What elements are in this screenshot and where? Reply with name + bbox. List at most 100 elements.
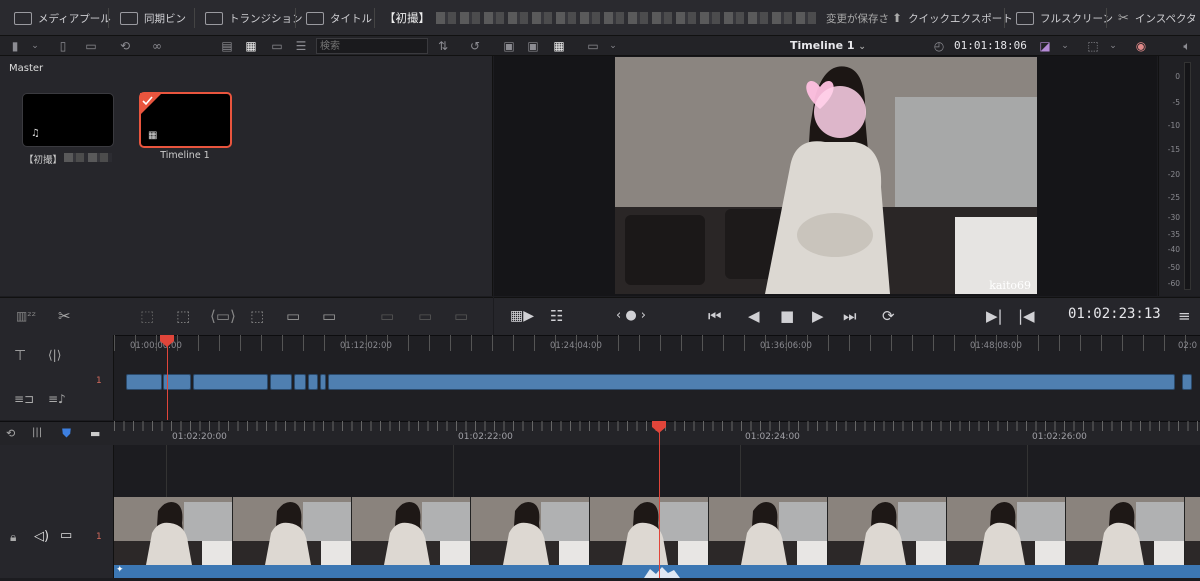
grid-line: [453, 445, 454, 497]
ripple-overwrite-icon[interactable]: ▭: [322, 306, 336, 326]
meter-label: -25: [1167, 193, 1180, 202]
panel-toggle-icon[interactable]: ▮: [6, 36, 24, 56]
thumbnail-view-icon[interactable]: ▤: [218, 36, 236, 56]
upper-ruler[interactable]: [114, 335, 1200, 351]
close-up-icon[interactable]: ▭: [418, 306, 432, 326]
append-icon[interactable]: ▭: [380, 306, 394, 326]
timeline-clip[interactable]: [294, 374, 306, 390]
loop-icon[interactable]: ⟳: [882, 306, 895, 326]
chevron-down-icon[interactable]: ⌄: [1104, 36, 1122, 56]
replace-icon[interactable]: ⟨▭⟩: [210, 306, 236, 326]
track-height-icon[interactable]: ≡⊐: [14, 392, 34, 406]
timeline-thumbnail[interactable]: ▦: [139, 92, 232, 148]
meter-label: -35: [1167, 230, 1180, 239]
watermark: kaito69: [989, 279, 1031, 292]
fullscreen-button[interactable]: フルスクリーン: [1016, 0, 1113, 36]
sort-icon[interactable]: ⇅: [434, 36, 452, 56]
image-view-icon[interactable]: ▣: [500, 36, 518, 56]
viewer-size-icon[interactable]: ▭: [584, 36, 602, 56]
timeline-view-icon[interactable]: ▦: [550, 36, 568, 56]
list-view-icon[interactable]: ☰: [292, 36, 310, 56]
overwrite-icon[interactable]: ⬚: [176, 306, 190, 326]
speaker-icon[interactable]: ◁): [34, 529, 49, 544]
flag-icon[interactable]: ⛊: [62, 426, 71, 441]
inspector-button[interactable]: ✂ インスペクタ: [1118, 0, 1200, 36]
transform-icon[interactable]: ⬚: [1084, 36, 1102, 56]
stop-icon[interactable]: ■: [780, 306, 794, 326]
mark-out-icon[interactable]: |◀: [1018, 306, 1035, 326]
grid-line: [740, 445, 741, 497]
fit-to-fill-icon[interactable]: ⬚: [250, 306, 264, 326]
prev-next-marker-icon[interactable]: ‹ ● ›: [616, 306, 646, 326]
timeline-selector[interactable]: Timeline 1 ⌄: [790, 36, 866, 57]
undo-icon[interactable]: ↺: [466, 36, 484, 56]
ruler-label: 02:0: [1178, 341, 1198, 351]
media-pool-button[interactable]: メディアプール: [14, 0, 111, 36]
insert-icon[interactable]: ⬚: [140, 306, 154, 326]
search-input[interactable]: [316, 38, 428, 54]
chevron-down-icon[interactable]: ⌄: [26, 36, 44, 56]
play-reverse-icon[interactable]: ◀: [748, 306, 760, 326]
redacted-title: [436, 12, 816, 24]
video-toggle-icon[interactable]: ▭: [60, 528, 72, 543]
media-pool-panel: [0, 56, 493, 296]
grid-line: [166, 445, 167, 497]
marker-icon[interactable]: ▬: [90, 427, 100, 440]
source-overwrite-icon[interactable]: ▭: [454, 306, 468, 326]
grid-view-icon[interactable]: ▦: [242, 36, 260, 56]
audio-clip[interactable]: [114, 565, 1200, 578]
link-icon[interactable]: ∞: [148, 36, 166, 56]
timeline-clip[interactable]: [270, 374, 292, 390]
strip-view-icon[interactable]: ▭: [268, 36, 286, 56]
snap-icon[interactable]: ⊤: [14, 348, 26, 364]
timeline-clip[interactable]: [1182, 374, 1192, 390]
clock-icon: ◴: [933, 39, 945, 53]
clip-menu-icon[interactable]: ◪: [1036, 36, 1054, 56]
lock-icon[interactable]: 🔒︎: [10, 530, 16, 545]
timeline-clip[interactable]: [193, 374, 268, 390]
video-clip-filmstrip[interactable]: [114, 497, 1200, 565]
timeline-clip[interactable]: [328, 374, 1175, 390]
save-status: 変更が保存さ: [826, 12, 889, 25]
smart-bin-icon[interactable]: ▭: [82, 36, 100, 56]
link-icon[interactable]: ⟲: [6, 427, 15, 440]
film-frame: [590, 497, 709, 565]
place-on-top-icon[interactable]: ▭: [286, 306, 300, 326]
relink-icon[interactable]: ⟲: [116, 36, 134, 56]
mark-in-icon[interactable]: ▶|: [986, 306, 1003, 326]
settings-sliders-icon[interactable]: ☷: [550, 306, 563, 326]
film-frame: [114, 497, 233, 565]
timeline-clip[interactable]: [126, 374, 162, 390]
titles-button[interactable]: タイトル: [306, 0, 372, 36]
timeline-clip[interactable]: [320, 374, 326, 390]
menu-icon[interactable]: ≡: [1178, 306, 1191, 326]
volume-icon[interactable]: 🔈︎: [1178, 36, 1196, 56]
timeline-clip[interactable]: [308, 374, 318, 390]
toolbar-divider: [374, 8, 375, 28]
audio-scrub-icon[interactable]: ▥ᶻᶻ: [16, 306, 36, 326]
quick-export-button[interactable]: ⬆ クイックエクスポート: [892, 0, 1013, 36]
go-to-start-icon[interactable]: ⏮: [708, 306, 722, 326]
transitions-button[interactable]: トランジション: [205, 0, 303, 36]
razor-icon[interactable]: ✂: [58, 306, 71, 326]
ruler-label: 01:48:08:00: [970, 341, 1022, 351]
clip-thumbnail[interactable]: ♫: [22, 93, 114, 147]
film-frame: [947, 497, 1066, 565]
music-note-icon: ♫: [31, 128, 40, 139]
source-view-icon[interactable]: ▣: [524, 36, 542, 56]
upper-playhead[interactable]: [167, 345, 168, 420]
color-wheel-icon[interactable]: ◉: [1132, 36, 1150, 56]
sync-bin-button[interactable]: 同期ビン: [120, 0, 186, 36]
meter-label: -5: [1172, 98, 1180, 107]
lower-playhead[interactable]: [659, 431, 660, 578]
trim-icon[interactable]: ⟨|⟩: [48, 348, 61, 362]
trim-mode-icon[interactable]: ▦▶: [510, 306, 534, 326]
new-bin-icon[interactable]: ▯: [54, 36, 72, 56]
play-icon[interactable]: ▶: [812, 306, 824, 326]
audio-track-icon[interactable]: ≡♪: [48, 392, 66, 406]
chevron-down-icon[interactable]: ⌄: [1056, 36, 1074, 56]
go-to-end-icon[interactable]: ⏭: [843, 306, 857, 326]
chevron-down-icon[interactable]: ⌄: [604, 36, 622, 56]
redacted-text: [64, 153, 112, 162]
audio-waveform-icon[interactable]: |||: [32, 427, 42, 438]
